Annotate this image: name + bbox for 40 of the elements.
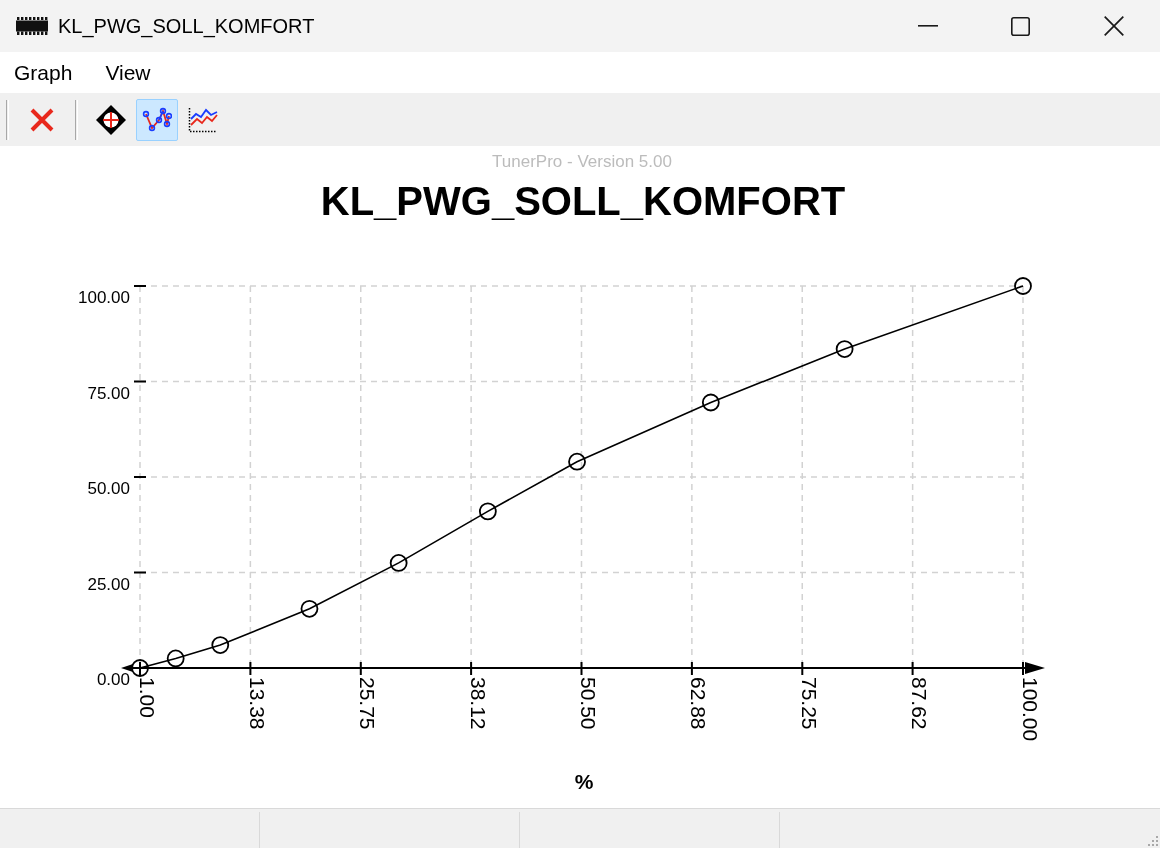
x-tick-label: 50.50: [577, 677, 600, 730]
data-point: [568, 452, 586, 471]
minimize-icon: [917, 25, 938, 27]
data-point: [835, 340, 854, 358]
point-line-icon: [142, 105, 172, 134]
toolbar-button[interactable]: [136, 98, 178, 141]
chip-icon: [16, 17, 48, 35]
y-tick-label: 75.00: [87, 383, 130, 403]
data-point: [389, 554, 408, 572]
line-chart-icon: [188, 106, 218, 133]
y-tick-label: 50.00: [87, 479, 130, 498]
version-caption: TunerPro - Version 5.00: [492, 152, 672, 171]
x-axis-label: %: [574, 770, 594, 793]
x-tick-label: 38.12: [466, 677, 490, 730]
data-point: [166, 649, 185, 668]
x-tick-label: 13.38: [245, 677, 269, 730]
y-tick-label: 0.00: [96, 670, 130, 689]
data-point: [211, 636, 230, 654]
x-tick-label: 25.75: [356, 677, 380, 730]
menu-item[interactable]: View: [91, 54, 165, 91]
x-tick-label: 62.88: [687, 677, 711, 730]
y-tick-label: 25.00: [87, 574, 130, 594]
close-icon: [1103, 16, 1124, 36]
crosshair-icon: [96, 104, 126, 135]
y-tick-label: 100.00: [78, 288, 130, 307]
x-tick-label: 87.62: [908, 677, 932, 730]
x-tick-label: 100.00: [1018, 677, 1042, 742]
data-point: [1014, 277, 1032, 295]
menu-item[interactable]: Graph: [0, 54, 87, 91]
data-point: [300, 599, 319, 618]
chart-title: KL_PWG_SOLL_KOMFORT: [320, 179, 846, 223]
x-tick-label: 75.25: [797, 677, 821, 730]
data-point: [478, 502, 497, 521]
data-point: [131, 659, 149, 677]
resize-grip-icon[interactable]: [1146, 834, 1158, 846]
x-tick-label: 1.00: [135, 677, 159, 718]
window-title: KL_PWG_SOLL_KOMFORT: [58, 14, 316, 38]
maximize-icon: [1011, 16, 1030, 36]
cross-icon: [30, 107, 54, 132]
data-point: [701, 393, 720, 412]
